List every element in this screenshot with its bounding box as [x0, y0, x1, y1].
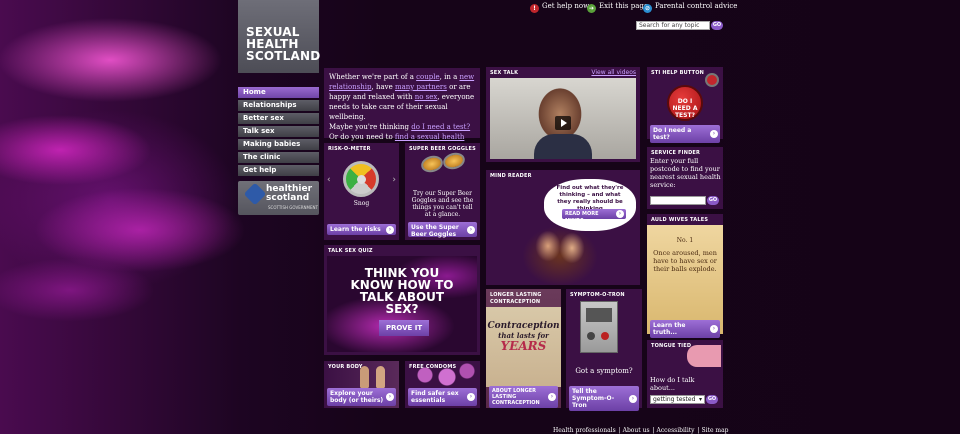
view-all-videos-link[interactable]: View all videos — [591, 69, 636, 76]
find-safer-sex-button[interactable]: Find safer sex essentials › — [408, 388, 477, 406]
red-button-icon — [705, 73, 719, 87]
postcode-input[interactable] — [650, 196, 706, 205]
auld-wives-panel: AULD WIVES TALES No. 1 Once aroused, men… — [647, 214, 723, 338]
body-figure-icon — [360, 366, 369, 388]
play-icon[interactable] — [555, 116, 571, 130]
alert-icon: ! — [530, 4, 539, 13]
video-player[interactable] — [490, 78, 636, 159]
read-more-minds-button[interactable]: READ MORE MINDS › — [562, 209, 626, 224]
no-entry-icon: ⊘ — [643, 4, 652, 13]
need-test-link[interactable]: do I need a test? — [411, 123, 470, 131]
footer-link-accessibility[interactable]: Accessibility — [656, 427, 694, 434]
no-sex-link[interactable]: no sex — [415, 93, 438, 101]
arrow-right-icon: › — [386, 225, 394, 234]
arrow-right-icon: › — [467, 225, 475, 234]
exit-page-link[interactable]: ➔ Exit this page — [587, 2, 648, 13]
nav-item-the-clinic[interactable]: The clinic — [238, 152, 319, 163]
service-finder-panel: SERVICE FINDER Enter your full postcode … — [647, 147, 723, 209]
need-test-circle-button[interactable]: DO I NEED A TEST? — [667, 85, 703, 121]
beer-goggles-panel: SUPER BEER GOGGLES Try our Super Beer Go… — [405, 143, 480, 240]
gauge-icon — [343, 161, 379, 197]
nav-item-relationships[interactable]: Relationships — [238, 100, 319, 111]
explore-your-body-button[interactable]: Explore your body (or theirs) › — [327, 388, 396, 406]
healthier-scotland-logo[interactable]: healthier scotland SCOTTISH GOVERNMENT — [238, 181, 319, 215]
nav-item-talk-sex[interactable]: Talk sex — [238, 126, 319, 137]
running-man-icon: ➔ — [587, 4, 596, 13]
chevron-left-icon[interactable]: ‹ — [327, 175, 331, 185]
tell-symptom-o-tron-button[interactable]: Tell the Symptom-O-Tron › — [569, 386, 639, 411]
main-nav: Home Relationships Better sex Talk sex M… — [238, 87, 319, 178]
topic-select[interactable]: getting tested ▾ — [650, 395, 705, 404]
postcode-go-button[interactable]: GO — [707, 196, 719, 205]
body-figure-icon — [376, 366, 385, 388]
arrow-right-icon: › — [710, 130, 718, 138]
footer-link-site-map[interactable]: Site map — [702, 427, 729, 434]
nav-item-get-help[interactable]: Get help — [238, 165, 319, 176]
learn-the-risks-button[interactable]: Learn the risks › — [327, 224, 396, 235]
sti-help-panel: STI HELP BUTTON DO I NEED A TEST? Do I n… — [647, 67, 723, 143]
tale-card: No. 1 Once aroused, men have to have sex… — [647, 225, 723, 334]
site-logo[interactable]: SEXUAL HEALTH SCOTLAND — [238, 0, 320, 73]
your-body-panel: YOUR BODY Explore your body (or theirs) › — [324, 361, 399, 408]
symptom-o-tron-panel: SYMPTOM-O-TRON Got a symptom? Tell the S… — [566, 289, 642, 411]
machine-icon — [580, 301, 618, 353]
kissing-couple-image — [510, 226, 610, 285]
free-condoms-panel: FREE CONDOMS Find safer sex essentials › — [405, 361, 480, 408]
goggle-lens-icon — [419, 153, 445, 175]
arrow-right-icon: › — [616, 210, 624, 218]
mind-reader-panel: MIND READER Find out what they're thinki… — [486, 170, 640, 285]
search-input[interactable]: Search for any topic — [636, 21, 710, 30]
arrow-right-icon: › — [710, 325, 718, 333]
footer-link-about-us[interactable]: About us — [623, 427, 650, 434]
learn-the-truth-button[interactable]: Learn the truth... › — [650, 320, 720, 338]
thought-bubble: Find out what they're thinking – and wha… — [544, 179, 636, 231]
goggle-lens-icon — [441, 150, 467, 172]
many-partners-link[interactable]: many partners — [395, 83, 447, 91]
couple-link[interactable]: couple — [416, 73, 440, 81]
intro-panel: Whether we're part of a couple, in a new… — [324, 68, 480, 151]
heart-icon — [243, 182, 267, 206]
arrow-right-icon: › — [386, 393, 394, 401]
do-i-need-test-button[interactable]: Do I need a test? › — [650, 125, 720, 143]
get-help-link[interactable]: ! Get help now — [530, 2, 589, 13]
nav-item-better-sex[interactable]: Better sex — [238, 113, 319, 124]
risk-o-meter-panel: RISK-O-METER ‹ › Snog Learn the risks › — [324, 143, 399, 240]
nav-item-making-babies[interactable]: Making babies — [238, 139, 319, 150]
prove-it-button[interactable]: PROVE IT — [379, 320, 429, 336]
arrow-right-icon: › — [548, 393, 556, 401]
footer-links: Health professionals | About us | Accessib… — [553, 427, 729, 434]
sex-talk-panel: SEX TALK View all videos — [486, 67, 640, 162]
longer-lasting-contraception-button[interactable]: ABOUT LONGER LASTING CONTRACEPTION › — [489, 386, 558, 408]
chevron-down-icon: ▾ — [698, 396, 702, 403]
nav-item-home[interactable]: Home — [238, 87, 319, 98]
search-go-button[interactable]: GO — [711, 21, 723, 30]
tongue-icon — [687, 345, 721, 367]
arrow-right-icon: › — [629, 394, 637, 403]
tongue-go-button[interactable]: GO — [706, 395, 718, 404]
quiz-banner[interactable]: THINK YOU KNOW HOW TO TALK ABOUT SEX? PR… — [327, 256, 477, 352]
parental-control-link[interactable]: ⊘ Parental control advice — [643, 2, 737, 13]
contraception-artwork: Contraception that lasts for YEARS — [486, 307, 561, 387]
talk-sex-quiz-panel: TALK SEX QUIZ THINK YOU KNOW HOW TO TALK… — [324, 245, 480, 355]
contraception-panel: LONGER LASTING CONTRACEPTION Contracepti… — [486, 289, 561, 408]
chevron-right-icon[interactable]: › — [392, 175, 396, 185]
tongue-tied-panel: TONGUE TIED How do I talk about... getti… — [647, 340, 723, 408]
use-beer-goggles-button[interactable]: Use the Super Beer Goggles › — [408, 222, 477, 238]
footer-link-health-professionals[interactable]: Health professionals — [553, 427, 616, 434]
arrow-right-icon: › — [467, 393, 475, 401]
